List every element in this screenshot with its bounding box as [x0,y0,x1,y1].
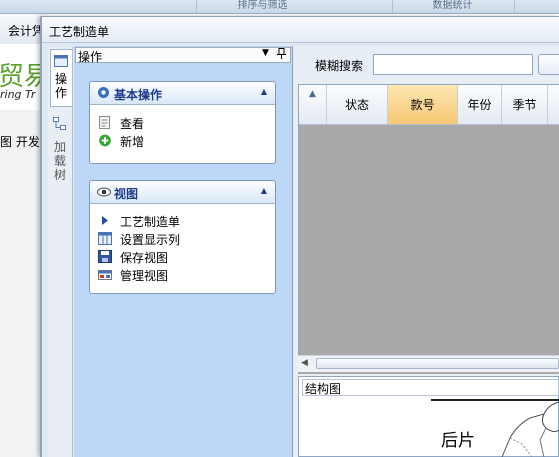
data-grid[interactable] [298,84,559,374]
group-view-header[interactable]: 视图 ▲ [90,181,275,204]
dock-tab-operations-label: 操作 [54,72,67,100]
column-header-status[interactable]: 状态 [327,85,388,125]
save-icon [98,250,112,263]
pin-glyph [277,48,286,59]
scroll-left-icon[interactable]: ◀ [301,358,308,368]
view-save-label: 保存视图 [120,251,169,265]
bg-side-panel [0,110,44,457]
structure-panel-title: 结构图 [305,382,342,396]
dock-tab-operations[interactable]: 操作 [50,49,72,107]
action-add-label: 新增 [120,135,145,149]
action-view-label: 查看 [120,117,145,131]
collapse-icon[interactable]: ▲ [261,186,267,195]
tree-icon [53,117,66,130]
search-button[interactable] [538,54,559,75]
add-icon [99,134,111,147]
eye-icon [97,187,111,197]
search-label: 模糊搜索 [315,59,364,73]
bg-side-label: 图 开发 [0,135,40,149]
garment-sketch [501,401,559,457]
dock-tab-strip [48,47,73,457]
operations-panel-header [75,47,291,63]
view-manage-label: 管理视图 [120,269,169,283]
group-view-title: 视图 [114,187,139,201]
panel-dropdown-icon[interactable]: ▼ [262,48,269,58]
operations-panel-title: 操作 [78,50,103,64]
group-view: 视图 ▲ 工艺制造单 设置显示列 保存视图 管理视图 [89,180,276,294]
pin-icon[interactable] [277,48,286,62]
group-basic-operations: 基本操作 ▲ 查看 新增 [89,81,276,164]
view-set-columns-label: 设置显示列 [120,233,181,247]
column-header-year[interactable]: 年份 [458,85,502,125]
scrollbar-thumb[interactable] [316,358,559,369]
dock-tab-load-tree-label: 加载树 [53,140,66,182]
structure-part-label: 后片 [441,431,475,451]
arrow-right-icon [102,216,108,225]
bg-tab-sort-filter: 排序与筛选 [196,0,328,13]
view-process-order-label: 工艺制造单 [120,215,181,229]
bg-menu-label: 会计凭 [8,24,45,38]
column-header-season[interactable]: 季节 [502,85,548,125]
column-header-more[interactable] [548,85,559,125]
bg-tab-more [514,0,559,13]
manage-view-icon [98,270,112,280]
search-input[interactable] [373,54,533,75]
group-basic-operations-title: 基本操作 [114,88,163,102]
dock-tab-load-tree[interactable]: 加载树 [50,112,72,186]
gear-icon [98,87,109,98]
window-titlebar[interactable] [42,17,559,43]
group-basic-operations-header[interactable]: 基本操作 ▲ [90,82,275,105]
view-document-icon [99,116,110,129]
bg-logo-subtext: ring Tr [0,88,36,101]
panel-icon [54,55,68,67]
bg-tab-statistics: 数据统计 [392,0,512,13]
window-title: 工艺制造单 [49,25,110,39]
grid-corner-sort-icon[interactable]: ▲ [299,85,327,125]
collapse-icon[interactable]: ▲ [261,87,267,96]
columns-icon [98,232,112,245]
column-header-style-number[interactable]: 款号 [388,85,458,125]
bg-logo: 贸易 ring Tr [0,56,44,108]
